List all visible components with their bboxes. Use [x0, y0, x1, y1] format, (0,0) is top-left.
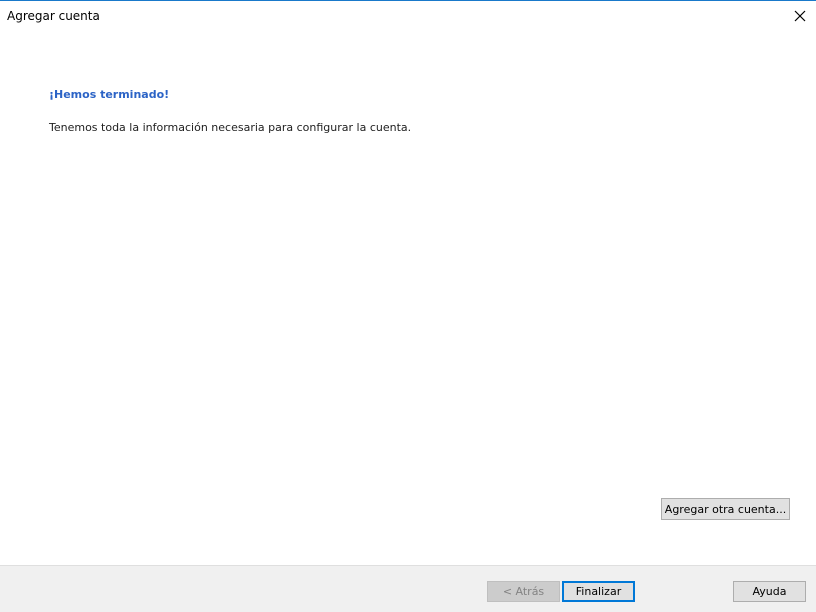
- help-button[interactable]: Ayuda: [733, 581, 806, 602]
- back-button[interactable]: < Atrás: [487, 581, 560, 602]
- completion-heading: ¡Hemos terminado!: [49, 88, 170, 101]
- window-title: Agregar cuenta: [7, 9, 100, 23]
- finish-button[interactable]: Finalizar: [562, 581, 635, 602]
- title-bar: Agregar cuenta: [0, 1, 816, 32]
- button-footer: < Atrás Finalizar Ayuda: [0, 565, 816, 612]
- close-icon: [794, 10, 806, 22]
- add-account-dialog: Agregar cuenta ¡Hemos terminado! Tenemos…: [0, 0, 816, 612]
- add-another-account-button[interactable]: Agregar otra cuenta...: [661, 498, 790, 520]
- close-button[interactable]: [784, 1, 816, 31]
- completion-message: Tenemos toda la información necesaria pa…: [49, 121, 412, 134]
